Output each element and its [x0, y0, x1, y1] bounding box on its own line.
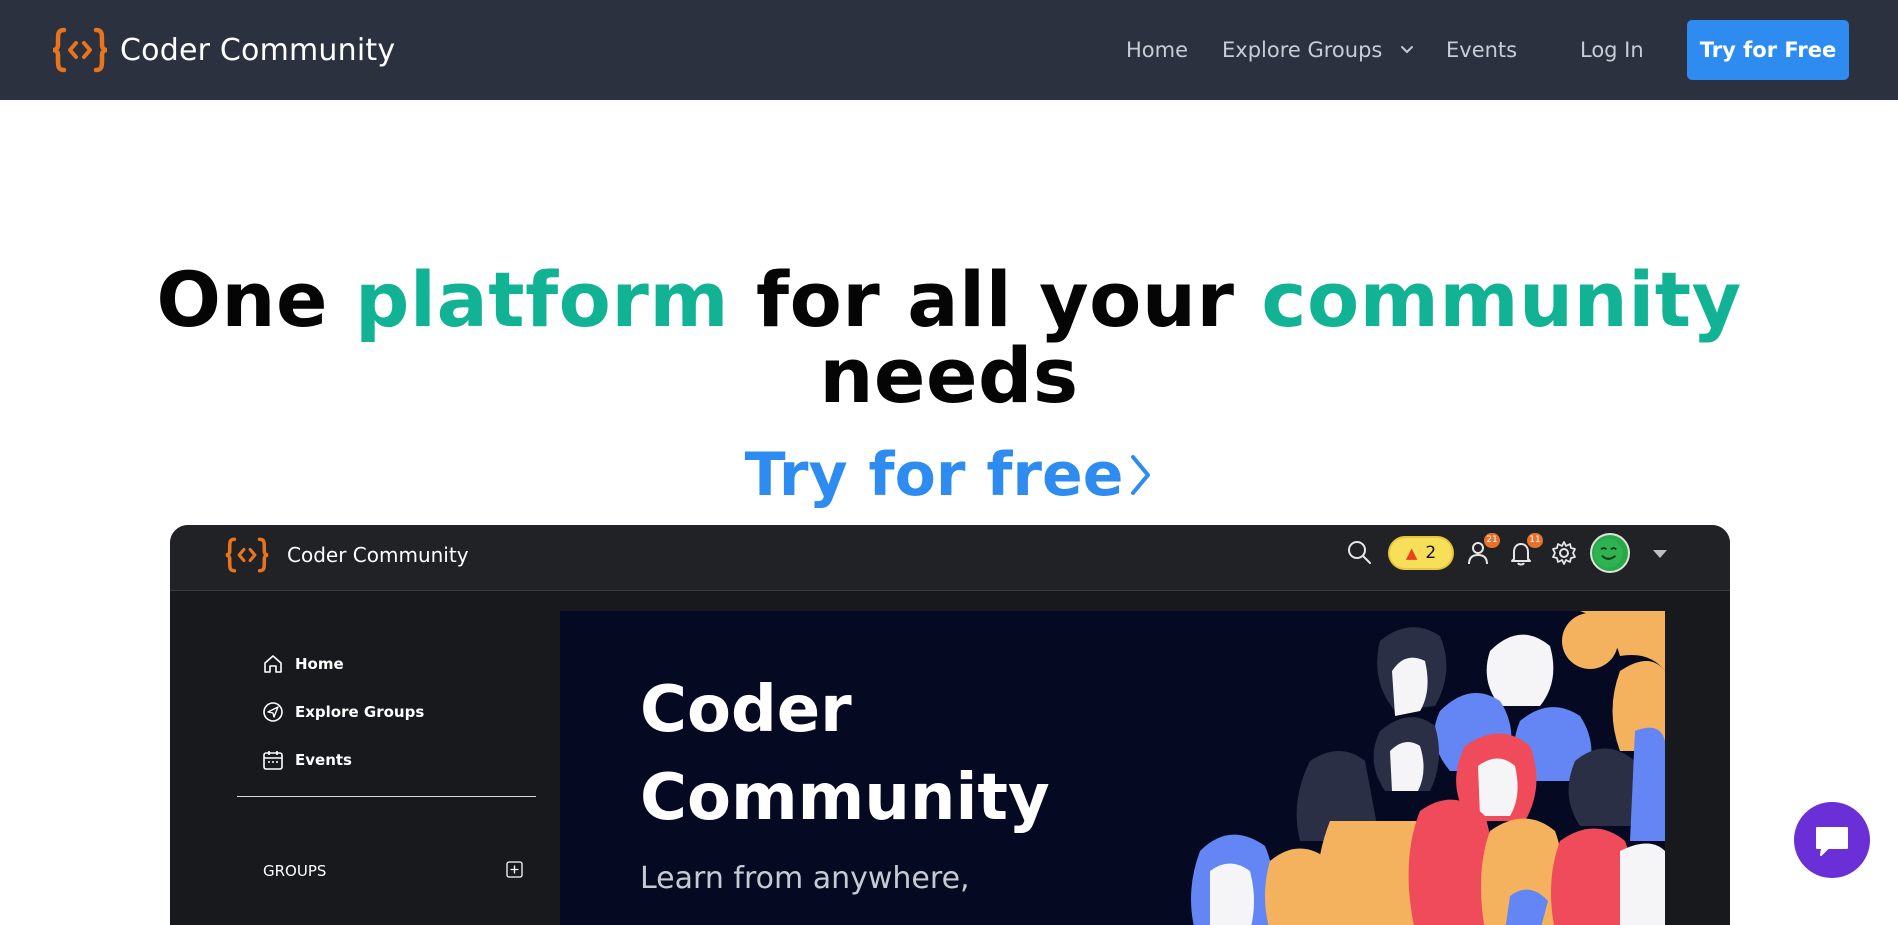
add-group-icon [506, 861, 523, 878]
preview-banner-title: Coder Community [640, 666, 1050, 842]
hero-word-platform: platform [355, 255, 730, 344]
preview-groups-heading: GROUPS [263, 862, 327, 880]
brand-name: Coder Community [120, 32, 396, 68]
nav-login-link[interactable]: Log In [1580, 38, 1644, 62]
preview-sidebar-events: Events [262, 749, 352, 771]
flame-icon: ▲ [1405, 544, 1418, 562]
preview-sidebar-explore: Explore Groups [262, 701, 424, 723]
preview-banner-title-line-2: Community [640, 761, 1050, 835]
chat-support-button[interactable] [1794, 802, 1870, 878]
preview-sidebar-divider [237, 796, 536, 797]
preview-banner-title-line-1: Coder [640, 673, 852, 747]
preview-sidebar-explore-label: Explore Groups [295, 703, 425, 721]
friends-count-badge: 21 [1484, 533, 1500, 548]
hero-word-community: community [1261, 255, 1742, 344]
nav-events-link[interactable]: Events [1446, 38, 1517, 62]
preview-brand-name: Coder Community [287, 543, 469, 567]
caret-down-icon [1653, 550, 1667, 558]
try-for-free-button[interactable]: Try for Free [1687, 20, 1849, 80]
search-icon [1348, 541, 1371, 564]
hero-word-one: One [156, 255, 356, 344]
preview-topbar: Coder Community ▲ 2 21 11 [170, 525, 1730, 591]
gear-icon [1552, 541, 1576, 565]
preview-brand: Coder Community [225, 535, 469, 575]
preview-sidebar-home-label: Home [295, 655, 344, 673]
hero-heading: One platform for all your community need… [0, 262, 1898, 414]
nav-explore-groups-dropdown[interactable]: Explore Groups [1222, 38, 1414, 62]
compass-send-icon [263, 702, 283, 722]
preview-sidebar-events-label: Events [295, 751, 352, 769]
chat-bubble-icon [1816, 827, 1848, 856]
brand-link[interactable]: Coder Community [52, 26, 395, 74]
nav-explore-groups-label: Explore Groups [1222, 38, 1383, 62]
code-braces-logo-icon [52, 27, 108, 73]
nav-home-link[interactable]: Home [1126, 38, 1188, 62]
notifications-icon-with-badge: 11 [1507, 533, 1543, 567]
home-icon [264, 655, 282, 673]
hero-heading-line-2: needs [819, 331, 1079, 420]
code-braces-logo-icon [225, 537, 269, 573]
hero-try-for-free-link[interactable]: Try for free [0, 440, 1898, 510]
chevron-down-icon [1401, 46, 1414, 54]
avatar [1590, 533, 1630, 573]
hero-heading-line-1: One platform for all your community [0, 262, 1898, 338]
preview-sidebar-home: Home [262, 653, 344, 675]
preview-banner-subtitle: Learn from anywhere, [640, 861, 970, 896]
hero-cta-label: Try for free [744, 440, 1124, 510]
friends-icon-with-badge: 21 [1464, 533, 1500, 567]
top-navbar: Coder Community Home Explore Groups Even… [0, 0, 1898, 100]
preview-banner: Coder Community Learn from anywhere, [560, 611, 1665, 925]
avatar-face-icon [1593, 538, 1623, 568]
streak-count: 2 [1425, 543, 1437, 563]
streak-badge: ▲ 2 [1388, 536, 1454, 570]
people-crowd-illustration [1191, 611, 1665, 925]
chevron-right-icon [1131, 455, 1151, 495]
calendar-icon [263, 751, 283, 770]
notifications-count-badge: 11 [1527, 533, 1543, 548]
app-preview-screenshot: Coder Community ▲ 2 21 11 Home Explore G… [170, 525, 1730, 925]
